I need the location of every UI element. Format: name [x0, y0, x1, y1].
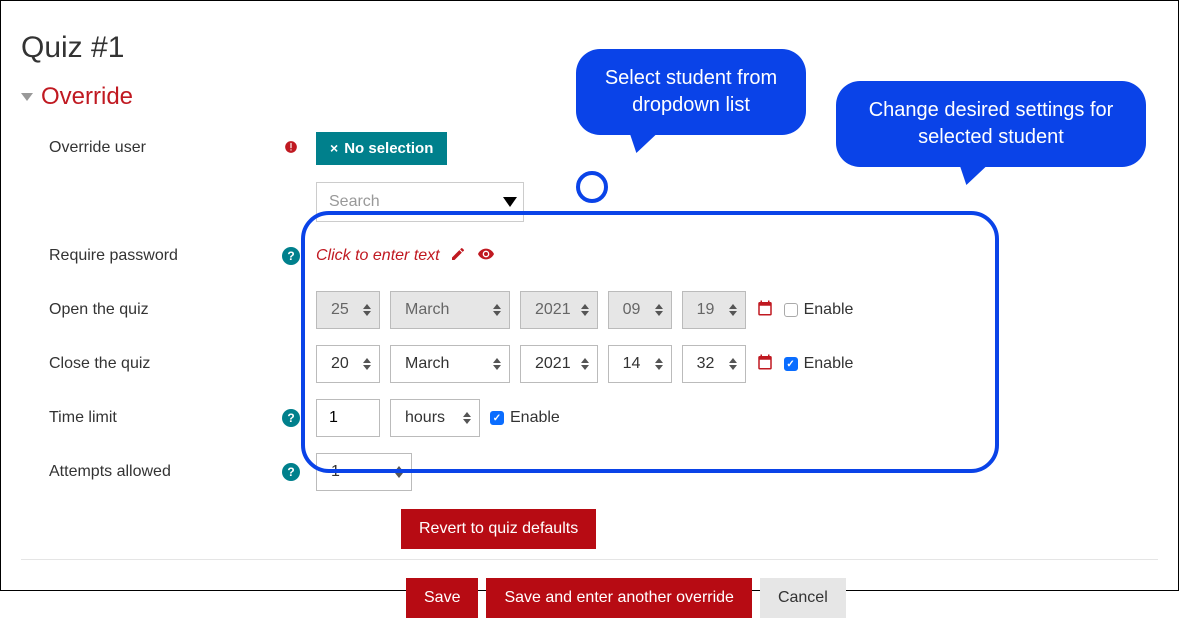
row-attempts: Attempts allowed ? 1 [21, 445, 1158, 499]
enable-label: Enable [804, 301, 854, 319]
help-icon[interactable]: ? [282, 409, 300, 427]
close-month-select[interactable]: March [390, 345, 510, 383]
checkbox-icon[interactable] [490, 411, 504, 425]
collapse-icon[interactable] [21, 93, 33, 101]
label-override-user: Override user [21, 139, 266, 157]
label-open-quiz: Open the quiz [21, 301, 266, 319]
label-time-limit: Time limit [21, 409, 266, 427]
help-icon[interactable]: ? [282, 463, 300, 481]
annotation-callout-1: Select student from dropdown list [576, 49, 806, 135]
save-another-button[interactable]: Save and enter another override [486, 578, 751, 618]
chevron-down-icon [503, 197, 517, 207]
enable-label: Enable [804, 355, 854, 373]
open-month-select[interactable]: March [390, 291, 510, 329]
chip-label: No selection [344, 140, 433, 157]
close-minute-select[interactable]: 32 [682, 345, 746, 383]
label-attempts: Attempts allowed [21, 463, 266, 481]
user-search-combo[interactable] [316, 182, 524, 222]
row-search [21, 175, 1158, 229]
open-day-select[interactable]: 25 [316, 291, 380, 329]
pencil-icon[interactable] [450, 246, 466, 267]
row-close-quiz: Close the quiz 20 March 2021 14 32 Enabl… [21, 337, 1158, 391]
eye-icon[interactable] [476, 246, 496, 267]
close-year-select[interactable]: 2021 [520, 345, 598, 383]
calendar-icon[interactable] [756, 299, 774, 322]
close-enable-toggle[interactable]: Enable [784, 355, 854, 373]
password-entry[interactable]: Click to enter text [316, 246, 496, 267]
calendar-icon[interactable] [756, 353, 774, 376]
user-search-input[interactable] [317, 183, 497, 221]
dropdown-toggle[interactable] [497, 183, 523, 221]
password-placeholder: Click to enter text [316, 247, 440, 265]
form-actions: Save Save and enter another override Can… [21, 559, 1158, 618]
required-icon [284, 140, 298, 157]
annotation-callout-2: Change desired settings for selected stu… [836, 81, 1146, 167]
open-minute-select[interactable]: 19 [682, 291, 746, 329]
chip-remove-icon[interactable]: × [330, 140, 338, 156]
checkbox-icon[interactable] [784, 357, 798, 371]
row-time-limit: Time limit ? hours Enable [21, 391, 1158, 445]
revert-button[interactable]: Revert to quiz defaults [401, 509, 596, 549]
time-limit-input[interactable] [316, 399, 380, 437]
no-selection-chip[interactable]: × No selection [316, 132, 447, 165]
timelimit-enable-toggle[interactable]: Enable [490, 409, 560, 427]
open-hour-select[interactable]: 09 [608, 291, 672, 329]
open-enable-toggle[interactable]: Enable [784, 301, 854, 319]
cancel-button[interactable]: Cancel [760, 578, 846, 618]
open-year-select[interactable]: 2021 [520, 291, 598, 329]
enable-label: Enable [510, 409, 560, 427]
attempts-select[interactable]: 1 [316, 453, 412, 491]
row-require-password: Require password ? Click to enter text [21, 229, 1158, 283]
close-hour-select[interactable]: 14 [608, 345, 672, 383]
close-day-select[interactable]: 20 [316, 345, 380, 383]
checkbox-icon[interactable] [784, 303, 798, 317]
section-title: Override [41, 83, 133, 111]
help-icon[interactable]: ? [282, 247, 300, 265]
time-unit-select[interactable]: hours [390, 399, 480, 437]
row-open-quiz: Open the quiz 25 March 2021 09 19 Enable [21, 283, 1158, 337]
save-button[interactable]: Save [406, 578, 478, 618]
label-require-password: Require password [21, 247, 266, 265]
label-close-quiz: Close the quiz [21, 355, 266, 373]
